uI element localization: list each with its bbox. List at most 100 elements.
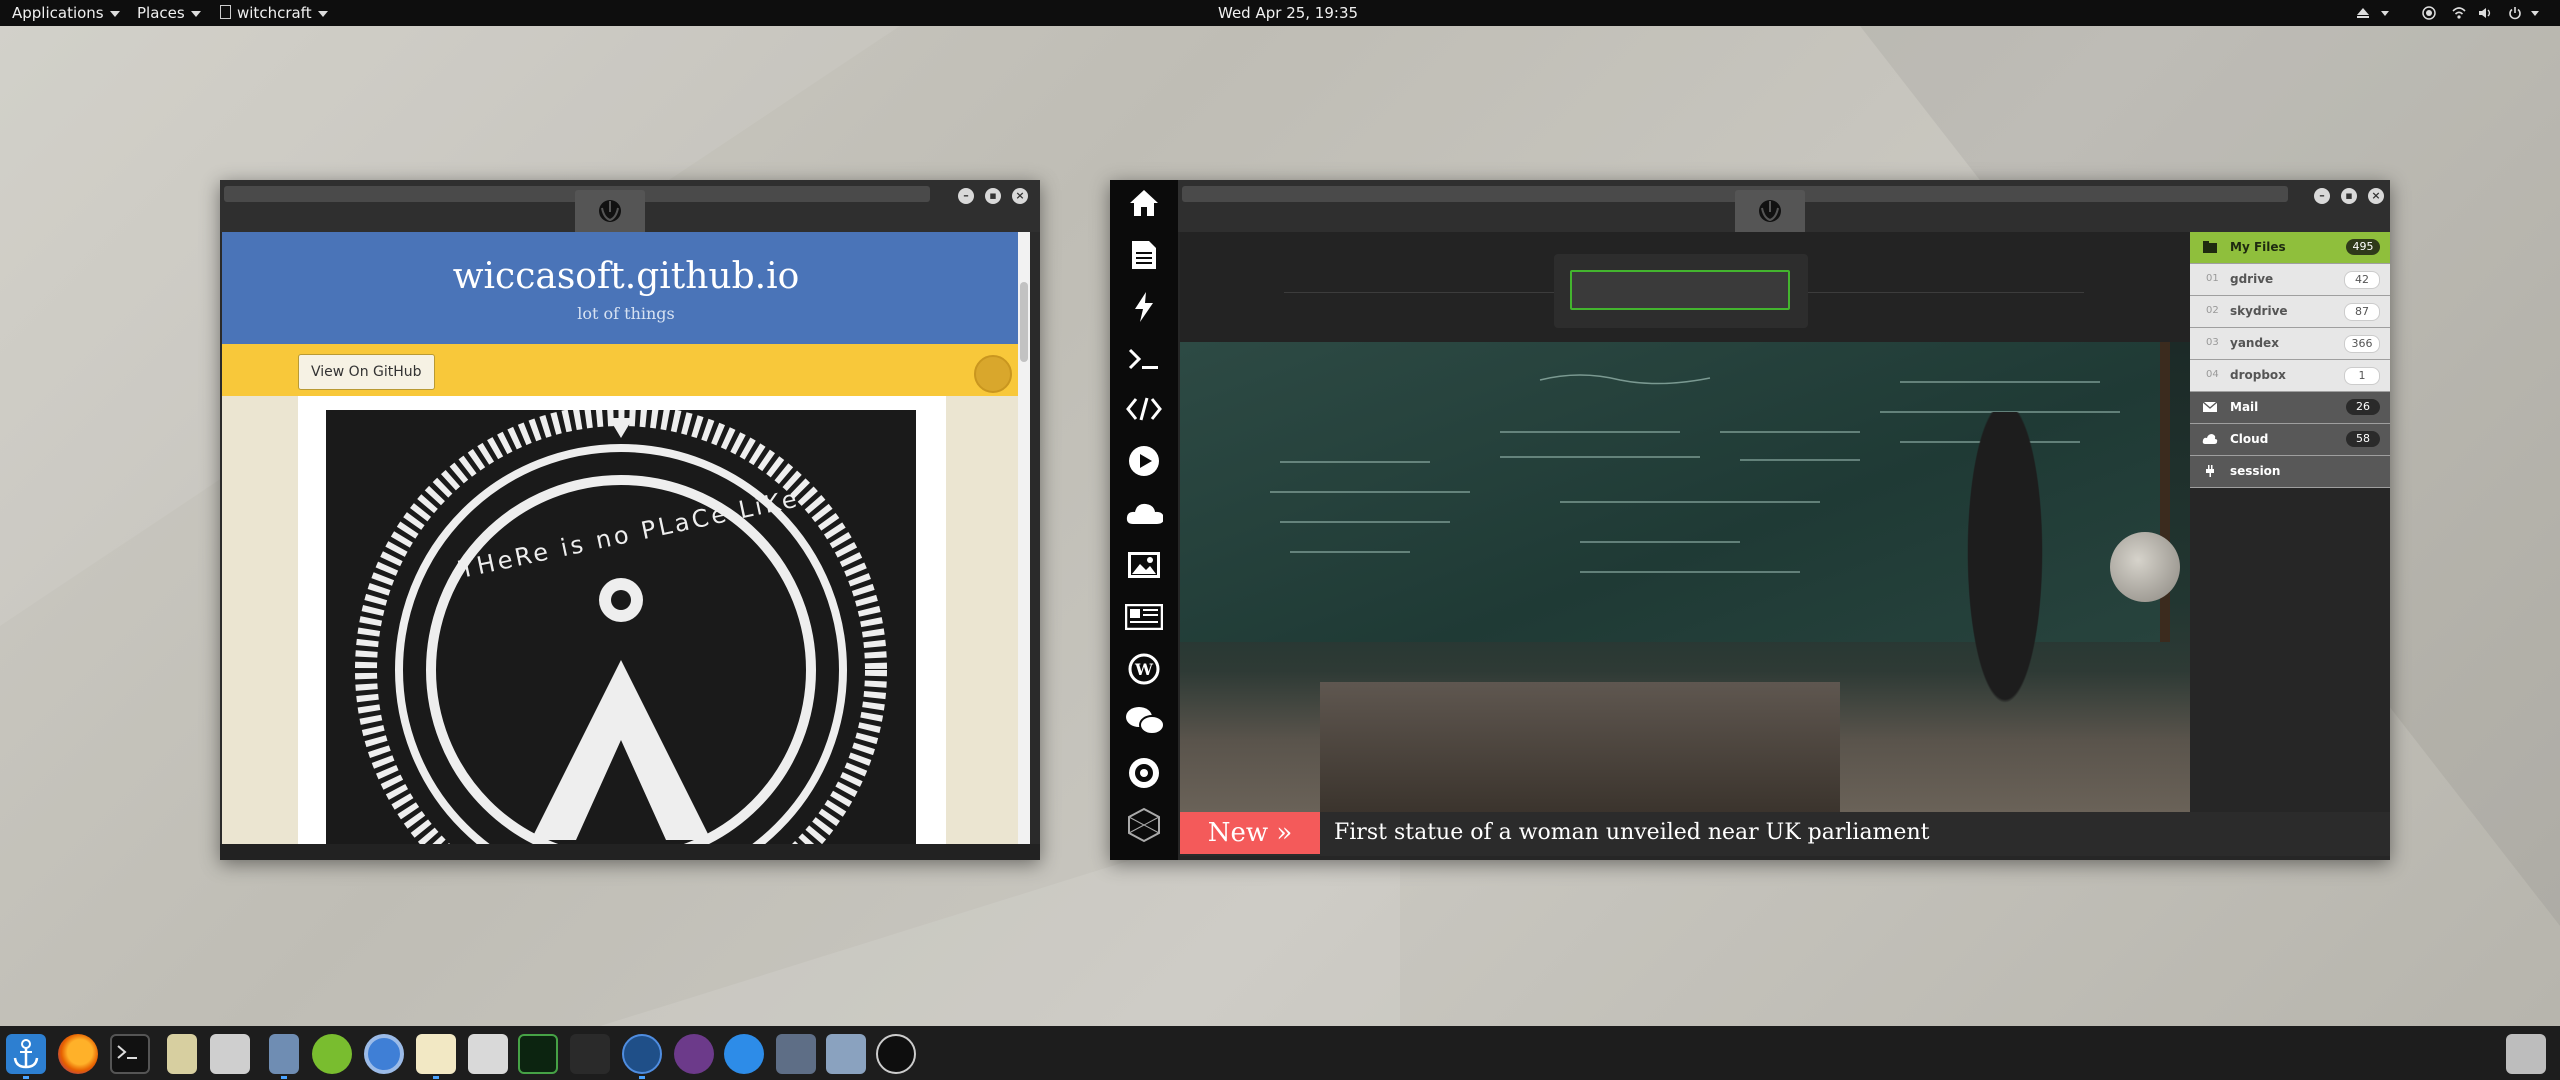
clock[interactable]: Wed Apr 25, 19:35 [1218,0,1358,26]
files-item-label: gdrive [2230,272,2274,286]
media-player-icon[interactable] [674,1034,714,1074]
github-bar: View On GitHub [222,344,1030,396]
browser-icon[interactable] [622,1034,662,1074]
trash-icon[interactable] [2506,1034,2546,1074]
running-indicator [639,1076,645,1079]
applications-menu[interactable]: Applications [12,0,120,26]
files-item-count-badge: 58 [2346,431,2380,447]
desk [1320,682,1840,812]
files-list-item[interactable]: 01 gdrive 42 [2190,264,2390,296]
running-indicator [23,1076,29,1079]
plug-icon [2202,464,2218,478]
window-titlebar[interactable]: – ▪ × [1178,180,2390,232]
system-monitor-icon[interactable] [518,1034,558,1074]
cloud-sync-icon[interactable] [312,1034,352,1074]
files-item-count-badge: 366 [2344,335,2380,353]
files-list-item[interactable]: 04 dropbox 1 [2190,360,2390,392]
clock-icon[interactable] [876,1034,916,1074]
record-icon[interactable] [2422,6,2436,20]
volume-icon[interactable] [2478,6,2492,20]
view-on-github-button[interactable]: View On GitHub [298,354,435,390]
site-header: wiccasoft.github.io lot of things [222,232,1030,344]
chromium-icon[interactable] [364,1034,404,1074]
files-item-count-badge: 87 [2344,303,2380,321]
news-ticker: New » First statue of a woman unveiled n… [1180,812,2390,856]
chat-icon[interactable] [724,1034,764,1074]
calculator-icon[interactable] [468,1034,508,1074]
files-item-label: dropbox [2230,368,2286,382]
wifi-icon[interactable] [2452,6,2466,20]
files-list-item[interactable]: My Files 495 [2190,232,2390,264]
news-headline[interactable]: First statue of a woman unveiled near UK… [1334,812,1929,854]
camera-icon[interactable] [570,1034,610,1074]
document-icon[interactable] [1125,236,1163,274]
web-page: wiccasoft.github.io lot of things View O… [222,232,1030,844]
eject-icon[interactable] [2356,6,2370,20]
rebel-logo-icon[interactable] [575,190,645,232]
site-title: wiccasoft.github.io [452,256,800,297]
anchor-icon[interactable] [6,1034,46,1074]
files-panel: My Files 495 01 gdrive 42 02 skydrive 87 03 yande… [2190,232,2390,812]
files-item-number: 04 [2206,369,2219,380]
files-list-item[interactable]: Mail 26 [2190,392,2390,424]
maximize-button[interactable]: ▪ [2341,188,2357,204]
close-button[interactable]: × [2368,188,2384,204]
home-icon[interactable] [1125,184,1163,222]
files-list-item[interactable]: Cloud 58 [2190,424,2390,456]
scrollbar[interactable] [1018,232,1030,844]
image-icon[interactable] [1125,546,1163,584]
code-icon[interactable] [1125,390,1163,428]
archive-icon[interactable] [826,1034,866,1074]
wordpress-icon[interactable]: W [1125,650,1163,688]
files-list-item[interactable]: 03 yandex 366 [2190,328,2390,360]
taskbar [0,1026,2560,1080]
power-icon[interactable] [2508,6,2522,20]
play-icon[interactable] [1125,442,1163,480]
keyboard-icon[interactable] [210,1034,250,1074]
files-item-label: Mail [2230,400,2259,414]
window-titlebar[interactable]: – ▪ × [220,180,1040,232]
chat-icon[interactable] [1125,702,1163,740]
search-input[interactable] [1570,270,1790,310]
chevron-down-icon[interactable] [2528,6,2542,20]
top-panel: Applications Places witchcraft Wed Apr 2… [0,0,2560,26]
svg-text:W: W [1134,660,1154,679]
hex-icon[interactable] [1125,806,1163,844]
empire-icon[interactable] [1125,754,1163,792]
files-item-label: skydrive [2230,304,2288,318]
minimize-button[interactable]: – [958,188,974,204]
chevron-down-icon [109,10,120,17]
clock-badge-icon[interactable] [167,1034,197,1074]
news-icon[interactable] [1125,598,1163,636]
github-octocat-icon[interactable] [974,355,1012,393]
scrollbar-thumb[interactable] [1020,282,1028,362]
new-badge[interactable]: New » [1180,812,1320,854]
files-item-label: yandex [2230,336,2279,350]
minimize-button[interactable]: – [2314,188,2330,204]
files-item-count-badge: 495 [2346,239,2380,255]
places-menu[interactable]: Places [137,0,201,26]
close-button[interactable]: × [1012,188,1028,204]
notes-icon[interactable] [416,1034,456,1074]
cloud-icon[interactable] [1125,494,1163,532]
active-app-menu[interactable]: witchcraft [220,0,328,26]
rebel-logo-icon[interactable] [1735,190,1805,232]
files-item-label: Cloud [2230,432,2269,446]
main-content: THeRe is no PLaCe LiKe [298,396,946,844]
files-list-item[interactable]: 02 skydrive 87 [2190,296,2390,328]
terminal-icon[interactable] [110,1034,150,1074]
cloud-icon [2202,432,2218,446]
lightning-icon[interactable] [1125,288,1163,326]
files-item-number: 02 [2206,305,2219,316]
search-area [1180,232,2190,342]
file-cabinet-icon[interactable] [269,1034,299,1074]
dashboard-main [1180,232,2190,812]
maximize-button[interactable]: ▪ [985,188,1001,204]
files-list-item[interactable]: session [2190,456,2390,488]
screenshot-icon[interactable] [776,1034,816,1074]
site-subtitle: lot of things [577,304,675,323]
terminal-icon[interactable] [1125,340,1163,378]
chevron-down-icon[interactable] [2378,6,2392,20]
chevron-down-icon [190,10,201,17]
firefox-icon[interactable] [58,1034,98,1074]
